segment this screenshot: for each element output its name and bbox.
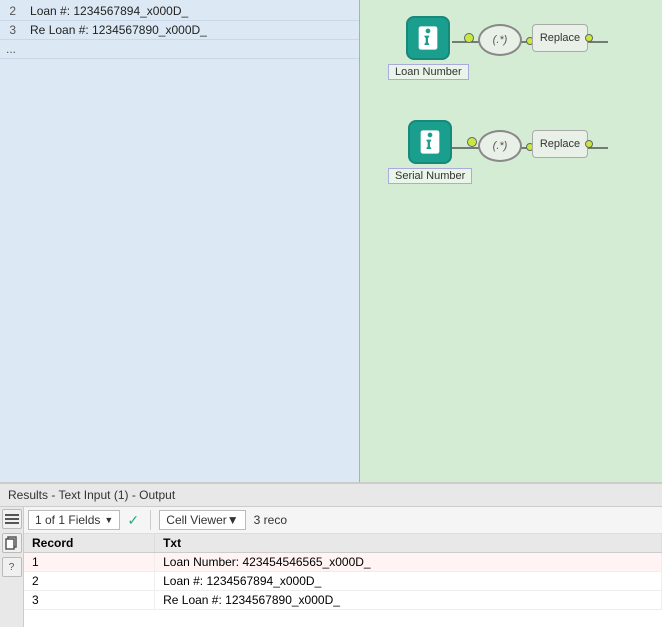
results-panel: Results - Text Input (1) - Output ? — [0, 482, 662, 627]
records-count: 3 reco — [254, 513, 287, 527]
main-area: 2 Loan #: 1234567894_x000D_ 3 Re Loan #:… — [0, 0, 662, 482]
fields-selector[interactable]: 1 of 1 Fields ▼ — [28, 510, 120, 530]
results-toolbar: 1 of 1 Fields ▼ ✓ Cell Viewer ▼ 3 reco — [24, 507, 662, 534]
loan-number-output-dot — [464, 33, 474, 43]
book-icon-2 — [416, 128, 444, 156]
replace-label-2: Replace — [540, 138, 580, 150]
record-num: 3 — [24, 591, 155, 610]
help-icon-btn[interactable]: ? — [2, 557, 22, 577]
table-row: ... — [0, 40, 359, 59]
copy-icon — [5, 536, 19, 550]
results-table: Record Txt 1 Loan Number: 423454546565_x… — [24, 534, 662, 627]
regex-node-2[interactable]: (.*) — [478, 130, 522, 162]
regex-box-2: (.*) — [478, 130, 522, 162]
replace-box-1: Replace — [532, 24, 588, 52]
left-panel: 2 Loan #: 1234567894_x000D_ 3 Re Loan #:… — [0, 0, 360, 482]
replace-box-2: Replace — [532, 130, 588, 158]
menu-icon — [5, 512, 19, 526]
toolbar-divider — [150, 510, 151, 530]
row-num: 3 — [0, 21, 24, 40]
row-num: ... — [0, 40, 24, 59]
cell-viewer-selector[interactable]: Cell Viewer ▼ — [159, 510, 245, 530]
regex-node-1[interactable]: (.*) — [478, 24, 522, 56]
side-icons: ? — [0, 507, 24, 627]
replace-node-2[interactable]: Replace — [532, 130, 588, 158]
results-content: ? 1 of 1 Fields ▼ ✓ Cell Viewer ▼ 3 reco — [0, 507, 662, 627]
record-txt: Loan Number: 423454546565_x000D_ — [155, 553, 662, 572]
records-count-value: 3 reco — [254, 513, 287, 527]
row-value: Re Loan #: 1234567890_x000D_ — [24, 21, 359, 40]
replace-2-right-dot — [585, 140, 593, 148]
table-row: 2 Loan #: 1234567894_x000D_ — [0, 2, 359, 21]
table-row: 2 Loan #: 1234567894_x000D_ — [24, 572, 662, 591]
menu-icon-btn[interactable] — [2, 509, 22, 529]
record-txt: Re Loan #: 1234567890_x000D_ — [155, 591, 662, 610]
record-txt: Loan #: 1234567894_x000D_ — [155, 572, 662, 591]
results-header: Results - Text Input (1) - Output — [0, 484, 662, 507]
row-value: Loan #: 1234567894_x000D_ — [24, 2, 359, 21]
fields-dropdown-arrow: ▼ — [104, 515, 113, 525]
col-txt: Txt — [155, 534, 662, 553]
loan-number-icon — [406, 16, 450, 60]
table-header-row: Record Txt — [24, 534, 662, 553]
results-data-table: Record Txt 1 Loan Number: 423454546565_x… — [24, 534, 662, 610]
serial-number-node[interactable]: Serial Number — [388, 120, 472, 184]
serial-number-icon — [408, 120, 452, 164]
row-num: 2 — [0, 2, 24, 21]
regex-box-1: (.*) — [478, 24, 522, 56]
loan-number-label: Loan Number — [388, 64, 469, 80]
results-title: Results - Text Input (1) - Output — [8, 488, 175, 502]
loan-number-node[interactable]: Loan Number — [388, 16, 469, 80]
record-num: 2 — [24, 572, 155, 591]
row-value — [24, 40, 359, 59]
checkmark-icon[interactable]: ✓ — [124, 511, 142, 529]
col-record: Record — [24, 534, 155, 553]
serial-number-output-dot — [467, 137, 477, 147]
workflow-canvas: Loan Number (.*) Replace Serial Number — [360, 0, 662, 482]
serial-number-label: Serial Number — [388, 168, 472, 184]
table-row: 3 Re Loan #: 1234567890_x000D_ — [24, 591, 662, 610]
replace-1-right-dot — [585, 34, 593, 42]
copy-icon-btn[interactable] — [2, 533, 22, 553]
book-icon — [414, 24, 442, 52]
cell-viewer-label: Cell Viewer — [166, 513, 226, 527]
left-table: 2 Loan #: 1234567894_x000D_ 3 Re Loan #:… — [0, 2, 359, 59]
question-mark-icon: ? — [9, 562, 15, 573]
cell-viewer-dropdown-arrow: ▼ — [227, 513, 239, 527]
replace-node-1[interactable]: Replace — [532, 24, 588, 52]
fields-selector-label: 1 of 1 Fields — [35, 513, 100, 527]
record-num: 1 — [24, 553, 155, 572]
table-row: 3 Re Loan #: 1234567890_x000D_ — [0, 21, 359, 40]
replace-label-1: Replace — [540, 32, 580, 44]
table-row: 1 Loan Number: 423454546565_x000D_ — [24, 553, 662, 572]
